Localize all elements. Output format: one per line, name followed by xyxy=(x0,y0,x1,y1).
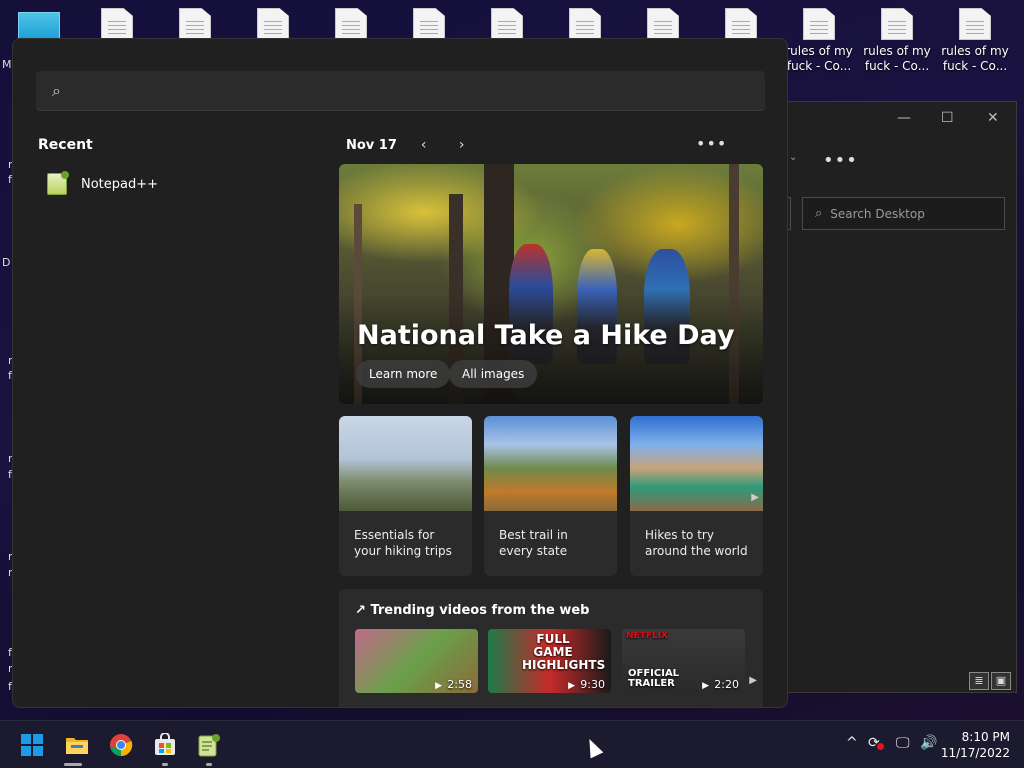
tray-overflow-button[interactable]: ^ xyxy=(846,735,858,751)
text-file-icon xyxy=(491,8,523,40)
start-search-bar[interactable]: ⌕ xyxy=(36,71,765,111)
desktop-file-icon[interactable]: rules of my fuck - Co... xyxy=(940,8,1010,74)
notepadpp-icon xyxy=(47,171,69,195)
article-card[interactable]: ▶ Hikes to try around the world xyxy=(630,416,763,576)
recent-heading: Recent xyxy=(38,137,93,153)
explorer-search-input[interactable]: ⌕ Search Desktop xyxy=(802,197,1005,230)
text-file-icon xyxy=(179,8,211,40)
article-card[interactable]: Essentials for your hiking trips xyxy=(339,416,472,576)
next-day-button[interactable]: › xyxy=(459,137,497,153)
running-app-indicator xyxy=(206,763,212,766)
trending-title: ↗ Trending videos from the web xyxy=(355,603,590,618)
file-explorer-window: — ☐ ✕ ⌄ ••• ⌕ Search Desktop ≣ ▣ xyxy=(786,101,1017,693)
next-videos-arrow-icon[interactable]: ▶ xyxy=(749,675,757,686)
trending-videos-panel: ↗ Trending videos from the web ▶ 2:58 FU… xyxy=(339,589,763,707)
sync-icon[interactable]: ⟳ xyxy=(868,735,884,751)
chrome-icon[interactable] xyxy=(109,733,133,757)
notepadpp-icon[interactable] xyxy=(197,733,221,757)
view-toggle: ≣ ▣ xyxy=(969,672,1011,690)
close-button[interactable]: ✕ xyxy=(987,110,999,126)
card-image xyxy=(484,416,617,511)
minimize-button[interactable]: — xyxy=(897,110,911,126)
text-file-icon xyxy=(101,8,133,40)
system-clock[interactable]: 8:10 PM 11/17/2022 xyxy=(941,729,1010,761)
widget-date-row: Nov 17 ‹ › xyxy=(346,137,497,153)
hero-card[interactable]: National Take a Hike Day Learn more All … xyxy=(339,164,763,404)
text-file-icon xyxy=(725,8,757,40)
desktop-app-icon[interactable] xyxy=(18,12,60,40)
text-file-icon xyxy=(257,8,289,40)
start-search-input[interactable] xyxy=(80,79,740,103)
maximize-button[interactable]: ☐ xyxy=(941,110,954,126)
store-icon[interactable] xyxy=(153,732,177,757)
text-file-icon xyxy=(803,8,835,40)
previous-day-button[interactable]: ‹ xyxy=(421,137,459,153)
card-image xyxy=(339,416,472,511)
details-view-button[interactable]: ≣ xyxy=(969,672,989,690)
search-icon: ⌕ xyxy=(815,206,823,221)
text-file-icon xyxy=(569,8,601,40)
start-menu: ⌕ Recent Notepad++ Nov 17 ‹ › ••• Nation… xyxy=(12,38,788,708)
search-icon: ⌕ xyxy=(52,81,61,100)
text-file-icon xyxy=(335,8,367,40)
play-icon: ▶ xyxy=(568,681,575,691)
hero-title: National Take a Hike Day xyxy=(357,320,735,351)
tiles-view-button[interactable]: ▣ xyxy=(991,672,1011,690)
active-app-indicator xyxy=(64,763,82,766)
widget-date: Nov 17 xyxy=(346,137,397,153)
trending-arrow-icon: ↗ xyxy=(355,603,366,618)
more-options-button[interactable]: ••• xyxy=(823,150,858,171)
desktop-file-icon[interactable]: rules of my fuck - Co... xyxy=(784,8,854,74)
desktop-left-edge: M n f D n f n f n n f n f xyxy=(2,58,15,693)
text-file-icon xyxy=(959,8,991,40)
file-explorer-icon[interactable] xyxy=(65,733,89,757)
chevron-down-icon[interactable]: ⌄ xyxy=(789,152,797,163)
all-images-button[interactable]: All images xyxy=(449,360,538,388)
running-app-indicator xyxy=(162,763,168,766)
next-card-arrow-icon[interactable]: ▶ xyxy=(751,492,759,503)
text-file-icon xyxy=(413,8,445,40)
widget-more-button[interactable]: ••• xyxy=(696,134,727,153)
video-thumbnail[interactable]: FULL GAME HIGHLIGHTS ▶ 9:30 xyxy=(488,629,611,693)
video-thumbnail[interactable]: ▶ 2:58 xyxy=(355,629,478,693)
text-file-icon xyxy=(881,8,913,40)
play-icon: ▶ xyxy=(702,681,709,691)
desktop-file-icon[interactable]: rules of my fuck - Co... xyxy=(862,8,932,74)
start-icon[interactable] xyxy=(20,733,44,757)
learn-more-button[interactable]: Learn more xyxy=(356,360,451,388)
volume-icon[interactable]: 🔊 xyxy=(920,735,937,751)
network-icon[interactable]: 🖵 xyxy=(896,735,910,751)
card-image xyxy=(630,416,763,511)
article-card[interactable]: Best trail in every state xyxy=(484,416,617,576)
video-thumbnail[interactable]: NETFLIX OFFICIAL TRAILER ▶ 2:20 xyxy=(622,629,745,693)
play-icon: ▶ xyxy=(435,681,442,691)
recent-item-notepadpp[interactable]: Notepad++ xyxy=(47,171,158,195)
taskbar: ^ ⟳ 🖵 🔊 8:10 PM 11/17/2022 xyxy=(0,720,1024,768)
text-file-icon xyxy=(647,8,679,40)
